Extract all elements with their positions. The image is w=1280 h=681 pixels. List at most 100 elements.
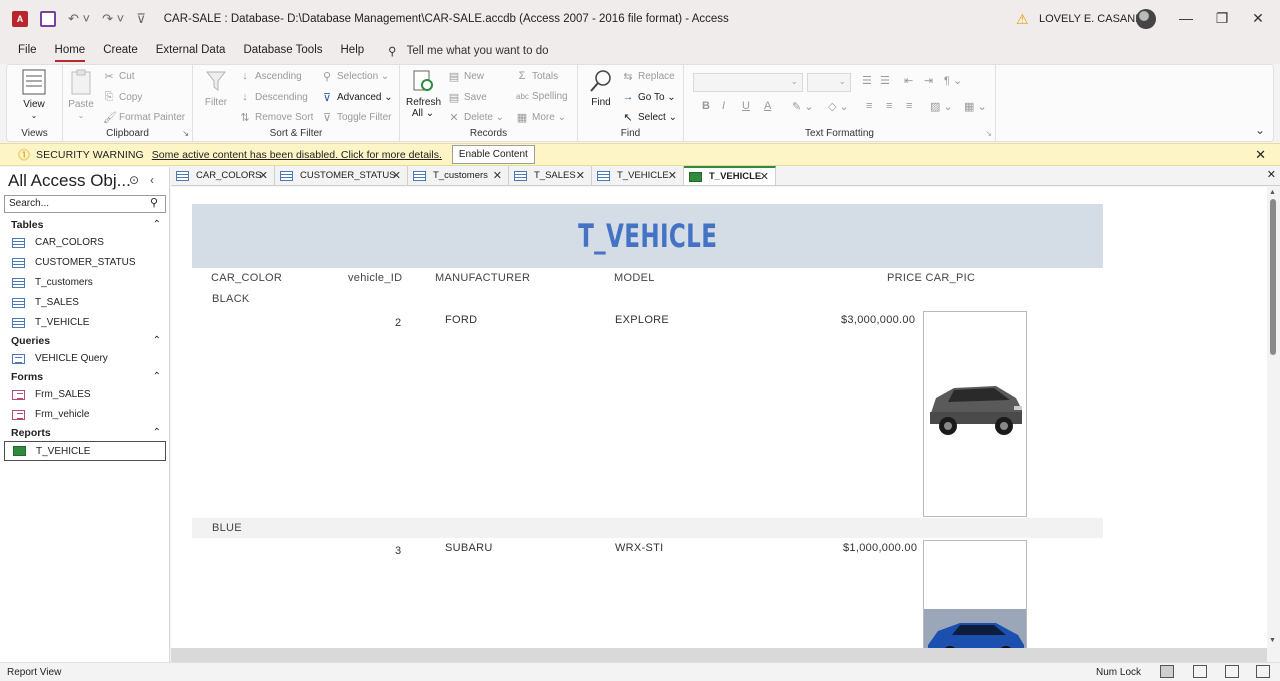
field-manufacturer: SUBARU xyxy=(445,542,493,554)
copy-icon: ⎘ xyxy=(104,91,114,103)
save-record-button[interactable]: ▤ Save xyxy=(448,91,487,104)
menu-file[interactable]: File xyxy=(18,44,37,58)
nav-item-frm-vehicle[interactable]: Frm_vehicle xyxy=(12,409,89,420)
save-icon[interactable] xyxy=(40,11,56,27)
advanced-button[interactable]: ⊽ Advanced ⌄ xyxy=(321,91,393,104)
align-right-icon[interactable]: ≡ xyxy=(906,100,912,112)
underline-button[interactable]: U xyxy=(742,100,750,112)
descending-button[interactable]: ↓ Descending xyxy=(239,91,308,103)
scroll-thumb[interactable] xyxy=(1270,199,1276,355)
ascending-button[interactable]: ↓ Ascending xyxy=(239,70,301,82)
new-record-button[interactable]: ▤ New xyxy=(448,70,484,83)
view-button[interactable]: View ⌄ xyxy=(15,69,53,121)
align-left-icon[interactable]: ≡ xyxy=(866,100,872,112)
nav-item-t-sales[interactable]: T_SALES xyxy=(12,297,79,308)
filter-button[interactable]: Filter xyxy=(199,69,233,108)
close-window-icon[interactable]: ✕ xyxy=(1248,10,1268,27)
goto-button[interactable]: → Go To ⌄ xyxy=(622,91,676,103)
layout-view-icon[interactable] xyxy=(1225,665,1239,678)
nav-category-queries[interactable]: Queries ⌃ xyxy=(11,335,161,347)
undo-icon[interactable]: ↶ ˅ xyxy=(68,11,90,27)
report-view-icon[interactable] xyxy=(1160,665,1174,678)
nav-item-frm-sales[interactable]: Frm_SALES xyxy=(12,389,91,400)
horizontal-scrollbar[interactable] xyxy=(171,648,1267,662)
warning-icon[interactable]: ⚠ xyxy=(1016,11,1029,28)
close-document-icon[interactable]: ✕ xyxy=(1267,168,1276,181)
menu-database-tools[interactable]: Database Tools xyxy=(243,44,322,58)
bullets-icon[interactable]: ☰ xyxy=(862,74,872,87)
refresh-all-button[interactable]: Refresh All ⌄ xyxy=(406,69,441,119)
tab-t-customers[interactable]: T_customers ✕ xyxy=(408,166,509,185)
toggle-filter-button[interactable]: ⊽ Toggle Filter xyxy=(321,111,392,124)
font-color-button[interactable]: A xyxy=(764,100,771,112)
nav-item-t-customers[interactable]: T_customers xyxy=(12,277,93,288)
font-name-combo[interactable]: ⌄ xyxy=(693,73,803,92)
enable-content-button[interactable]: Enable Content xyxy=(451,145,535,164)
nav-category-tables[interactable]: Tables ⌃ xyxy=(11,219,161,231)
fill-color-icon[interactable]: ◇ ⌄ xyxy=(828,100,849,113)
access-app-icon[interactable]: A xyxy=(12,11,28,27)
nav-item-customer-status[interactable]: CUSTOMER_STATUS xyxy=(12,257,136,268)
remove-sort-button[interactable]: ⇅ Remove Sort xyxy=(239,111,313,124)
print-preview-icon[interactable] xyxy=(1193,665,1207,678)
search-icon[interactable]: ⚲ xyxy=(150,196,158,209)
tab-t-vehicle-report[interactable]: T_VEHICLE ✕ xyxy=(684,166,776,185)
numbering-icon[interactable]: ☰ xyxy=(880,74,890,87)
nav-item-vehicle-query[interactable]: VEHICLE Query xyxy=(12,353,108,364)
customize-quick-access-icon[interactable]: ⊽ xyxy=(136,11,146,27)
minimize-icon[interactable]: — xyxy=(1176,10,1196,26)
more-icon: ▦ xyxy=(516,112,528,124)
cut-button[interactable]: ✂ Cut xyxy=(103,70,134,83)
paragraph-icon[interactable]: ¶ ⌄ xyxy=(944,74,962,87)
font-size-combo[interactable]: ⌄ xyxy=(807,73,851,92)
nav-category-forms[interactable]: Forms ⌃ xyxy=(11,371,161,383)
menu-help[interactable]: Help xyxy=(341,44,365,58)
menu-external-data[interactable]: External Data xyxy=(156,44,226,58)
menu-create[interactable]: Create xyxy=(103,44,138,58)
menu-home[interactable]: Home xyxy=(54,44,85,62)
avatar[interactable] xyxy=(1136,9,1156,29)
nav-category-reports[interactable]: Reports ⌃ xyxy=(11,427,161,439)
decrease-indent-icon[interactable]: ⇤ xyxy=(904,74,913,87)
nav-search-input[interactable]: Search... xyxy=(4,195,166,213)
bold-button[interactable]: B xyxy=(702,100,710,112)
nav-item-report-t-vehicle[interactable]: T_VEHICLE xyxy=(4,441,166,461)
more-button[interactable]: ▦ More ⌄ xyxy=(516,111,566,124)
align-center-icon[interactable]: ≡ xyxy=(886,100,892,112)
design-view-icon[interactable] xyxy=(1256,665,1270,678)
tab-t-sales[interactable]: T_SALES ✕ xyxy=(509,166,592,185)
tab-t-vehicle-table[interactable]: T_VEHICLE ✕ xyxy=(592,166,684,185)
select-button[interactable]: ↖ Select ⌄ xyxy=(622,111,677,124)
nav-pane-title[interactable]: All Access Obj... xyxy=(8,171,131,191)
group-find: Find ⇆ Replace → Go To ⌄ ↖ Select ⌄ Find xyxy=(578,65,684,141)
delete-record-button[interactable]: ✕ Delete ⌄ xyxy=(448,111,504,124)
redo-icon[interactable]: ↷ ˅ xyxy=(102,11,124,27)
copy-button[interactable]: ⎘ Copy xyxy=(103,91,143,104)
format-painter-button[interactable]: 🖌 Format Painter xyxy=(103,111,185,124)
nav-menu-chevron-icon[interactable]: ⊙ xyxy=(129,173,139,187)
totals-button[interactable]: Σ Totals xyxy=(516,70,559,82)
tab-customer-status[interactable]: CUSTOMER_STATUS ✕ xyxy=(275,166,408,185)
restore-icon[interactable]: ❐ xyxy=(1212,10,1232,27)
paste-button[interactable]: Paste ⌄ xyxy=(67,69,95,121)
spelling-button[interactable]: abc Spelling xyxy=(516,91,568,102)
security-details-link[interactable]: Some active content has been disabled. C… xyxy=(152,149,442,161)
increase-indent-icon[interactable]: ⇥ xyxy=(924,74,933,87)
background-image-icon[interactable]: ▨ ⌄ xyxy=(930,100,953,113)
find-button[interactable]: Find xyxy=(584,69,618,108)
tell-me-box[interactable]: ⚲ Tell me what you want to do xyxy=(388,44,548,58)
shutter-bar-close-icon[interactable]: ‹ xyxy=(150,173,154,187)
close-security-bar-icon[interactable]: ✕ xyxy=(1255,147,1266,163)
selection-button[interactable]: ⚲ Selection ⌄ xyxy=(321,70,389,83)
clipboard-launcher-icon[interactable]: ↘ xyxy=(182,129,189,138)
collapse-ribbon-icon[interactable]: ⌄ xyxy=(1255,123,1265,137)
gridlines-icon[interactable]: ▦ ⌄ xyxy=(964,100,987,113)
tab-car-colors[interactable]: CAR_COLORS ✕ xyxy=(171,166,275,185)
nav-item-car-colors[interactable]: CAR_COLORS xyxy=(12,237,104,248)
vertical-scrollbar[interactable]: ▲ ▼ xyxy=(1267,187,1280,648)
italic-button[interactable]: I xyxy=(722,100,725,112)
text-formatting-launcher-icon[interactable]: ↘ xyxy=(985,129,992,138)
highlight-icon[interactable]: ✎ ⌄ xyxy=(792,100,814,113)
replace-button[interactable]: ⇆ Replace xyxy=(622,70,674,83)
nav-item-t-vehicle[interactable]: T_VEHICLE xyxy=(12,317,89,328)
